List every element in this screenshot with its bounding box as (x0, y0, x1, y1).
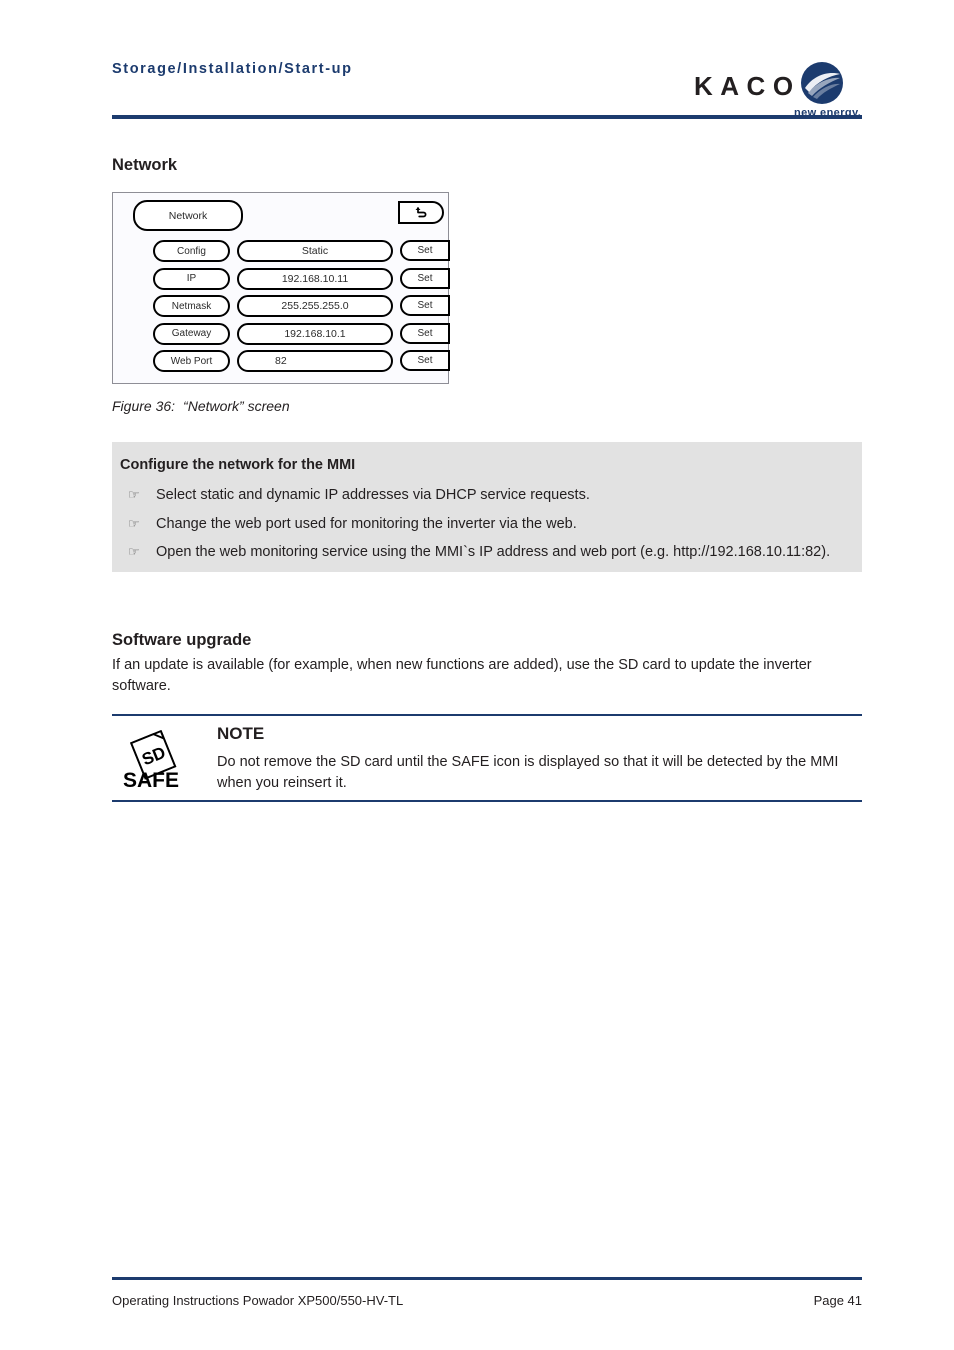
row-value-gateway[interactable]: 192.168.10.1 (237, 322, 393, 345)
page-title-software-upgrade: Software upgrade (112, 631, 252, 649)
row-label-ip[interactable]: IP (153, 267, 230, 290)
row-value-web-port[interactable]: 82 (237, 350, 393, 372)
kaco-logo: KACO new energy. (694, 58, 864, 120)
list-item-text: Select static and dynamic IP addresses v… (156, 487, 590, 503)
page-footer: Operating Instructions Powador XP500/550… (112, 1277, 862, 1317)
info-box: Configure the network for the MMI ☞ Sele… (112, 442, 862, 572)
figure-caption-text: “Network” screen (183, 398, 290, 414)
list-item: ☞ Open the web monitoring service using … (120, 544, 842, 560)
row-value-config[interactable]: Static (237, 240, 393, 262)
note-text: Do not remove the SD card until the SAFE… (217, 754, 839, 791)
row-set-button-gateway[interactable]: Set (400, 322, 450, 344)
logo-wordmark: KACO (694, 71, 801, 101)
footer-document-title: Operating Instructions Powador XP500/550… (112, 1293, 404, 1308)
table-row: Config Static Set (113, 240, 450, 262)
logo-tagline: new energy. (794, 107, 862, 119)
row-value-netmask[interactable]: 255.255.255.0 (237, 295, 393, 317)
list-item: ☞ Change the web port used for monitorin… (120, 516, 842, 532)
svg-text:SAFE: SAFE (123, 769, 179, 792)
footer-divider (112, 1277, 862, 1280)
list-item-text: Change the web port used for monitoring … (156, 515, 577, 532)
sd-safe-icon: SD SAFE (118, 729, 196, 792)
footer-page-number: Page 41 (813, 1293, 862, 1308)
kaco-globe-icon (800, 61, 844, 105)
note-block: SD SAFE NOTE Do not remove the SD card u… (112, 714, 862, 802)
table-row: IP 192.168.10.11 Set (113, 267, 450, 290)
note-body: NOTE Do not remove the SD card until the… (217, 724, 857, 793)
row-label-web-port[interactable]: Web Port (153, 350, 230, 372)
undo-arrow-icon (414, 206, 429, 219)
row-set-button-ip[interactable]: Set (400, 267, 450, 289)
software-upgrade-paragraph: If an update is available (for example, … (112, 657, 812, 694)
pointing-hand-icon: ☞ (128, 515, 140, 531)
page-title-network: Network (112, 156, 178, 174)
table-row: Netmask 255.255.255.0 Set (113, 295, 450, 317)
row-set-button-config[interactable]: Set (400, 240, 450, 261)
row-label-config[interactable]: Config (153, 240, 230, 262)
info-box-title: Configure the network for the MMI (120, 457, 356, 473)
list-item-text: Open the web monitoring service using th… (156, 544, 831, 561)
row-label-gateway[interactable]: Gateway (153, 322, 230, 345)
mmi-screen-mockup: Network Config Static Set IP 192.168.10.… (112, 192, 450, 384)
row-value-ip[interactable]: 192.168.10.11 (237, 267, 393, 290)
screen-settings-rows: Config Static Set IP 192.168.10.11 Set N… (113, 240, 450, 378)
back-button[interactable] (398, 201, 444, 224)
row-label-netmask[interactable]: Netmask (153, 295, 230, 317)
row-set-button-web-port[interactable]: Set (400, 350, 450, 371)
note-title: NOTE (217, 724, 265, 743)
pointing-hand-icon: ☞ (128, 544, 140, 560)
list-item: ☞ Select static and dynamic IP addresses… (120, 487, 842, 503)
table-row: Web Port 82 Set (113, 350, 450, 372)
figure-caption: Figure 36: “Network” screen (112, 398, 290, 414)
table-row: Gateway 192.168.10.1 Set (113, 322, 450, 345)
row-set-button-netmask[interactable]: Set (400, 295, 450, 316)
screen-titlebar: Network (133, 200, 243, 231)
figure-label: Figure 36: (112, 398, 176, 414)
screen-title-button[interactable]: Network (133, 200, 243, 231)
pointing-hand-icon: ☞ (128, 487, 140, 502)
